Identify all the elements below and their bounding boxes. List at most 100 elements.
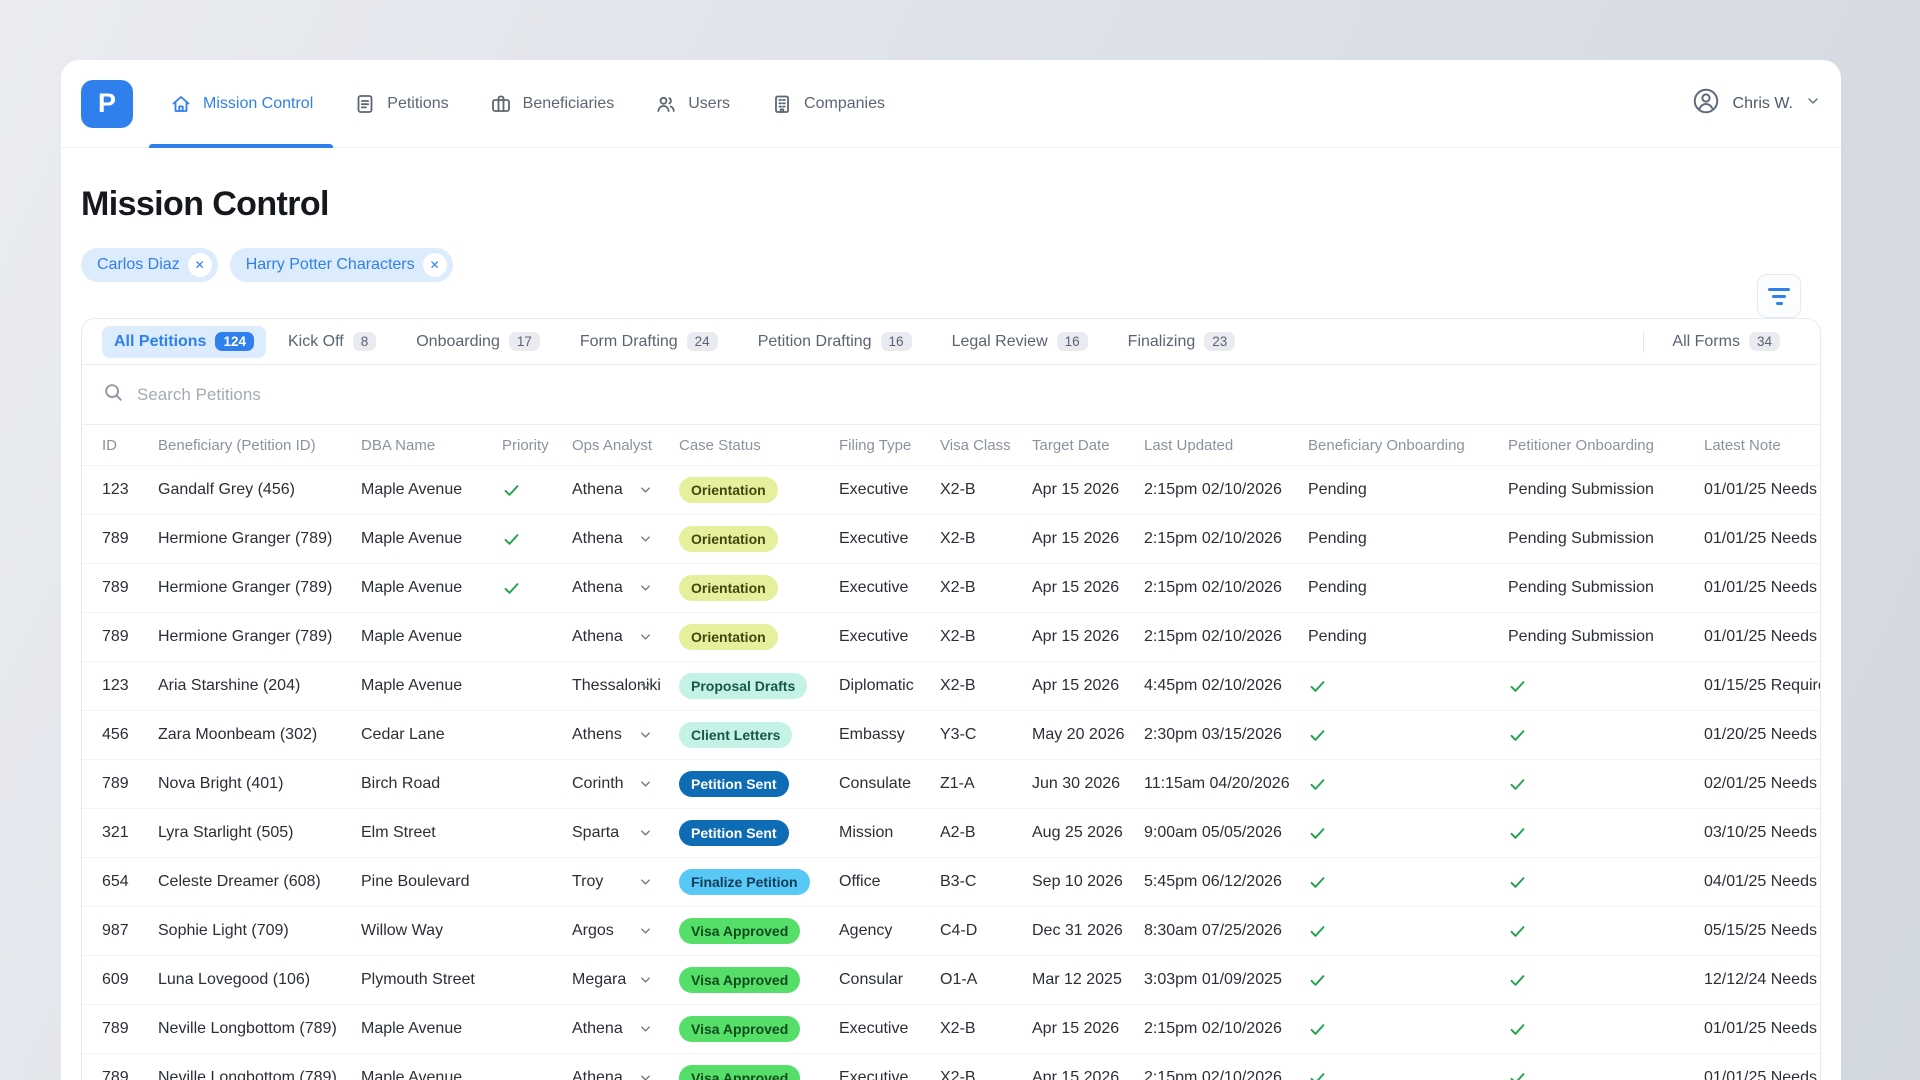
latest-note: 01/01/25 Needs to cor [1704, 1020, 1820, 1038]
ops-analyst-dropdown[interactable]: Troy [572, 873, 679, 891]
petition-id: 789 [102, 775, 158, 793]
petitioner-onboarding-cell: Pending Submission [1508, 628, 1704, 646]
chevron-down-icon [638, 826, 653, 841]
filter-button[interactable] [1757, 274, 1801, 318]
check-icon [1508, 775, 1704, 794]
table-row[interactable]: 789 Nova Bright (401) Birch Road Corinth… [82, 759, 1820, 808]
last-updated: 8:30am 07/25/2026 [1144, 922, 1308, 940]
table-row[interactable]: 321 Lyra Starlight (505) Elm Street Spar… [82, 808, 1820, 857]
visa-class: Z1-A [940, 775, 1032, 793]
ops-analyst-dropdown[interactable]: Athena [572, 481, 679, 499]
case-status-badge: Petition Sent [679, 771, 789, 797]
beneficiary-onboarding-cell: Pending [1308, 481, 1508, 499]
table-row[interactable]: 789 Hermione Granger (789) Maple Avenue … [82, 563, 1820, 612]
petition-id: 789 [102, 1020, 158, 1038]
filing-type: Consular [839, 971, 940, 989]
filter-chip[interactable]: Harry Potter Characters ✕ [230, 248, 453, 282]
nav-item-users[interactable]: Users [634, 60, 750, 148]
ops-analyst-dropdown[interactable]: Corinth [572, 775, 679, 793]
dba-name: Elm Street [361, 824, 502, 842]
nav-item-beneficiaries[interactable]: Beneficiaries [469, 60, 635, 148]
ops-analyst-dropdown[interactable]: Megara [572, 971, 679, 989]
table-row[interactable]: 987 Sophie Light (709) Willow Way Argos … [82, 906, 1820, 955]
chevron-down-icon [638, 532, 653, 547]
check-icon [1508, 1069, 1704, 1080]
filing-type: Mission [839, 824, 940, 842]
petition-id: 789 [102, 1069, 158, 1080]
ops-analyst-dropdown[interactable]: Sparta [572, 824, 679, 842]
dba-name: Maple Avenue [361, 1020, 502, 1038]
petition-id: 987 [102, 922, 158, 940]
visa-class: Y3-C [940, 726, 1032, 744]
table-row[interactable]: 654 Celeste Dreamer (608) Pine Boulevard… [82, 857, 1820, 906]
filter-chip[interactable]: Carlos Diaz ✕ [81, 248, 218, 282]
target-date: Apr 15 2026 [1032, 677, 1144, 695]
check-icon [1308, 1020, 1508, 1039]
petitions-panel: All Petitions 124 Kick Off 8 Onboarding … [81, 318, 1821, 1080]
table-header: IDBeneficiary (Petition ID)DBA NamePrior… [82, 425, 1820, 465]
filing-type: Executive [839, 628, 940, 646]
page-title: Mission Control [81, 184, 1821, 224]
beneficiary-name: Neville Longbottom (789) [158, 1020, 361, 1038]
close-icon[interactable]: ✕ [188, 253, 212, 277]
building-icon [770, 92, 794, 116]
column-header: Petitioner Onboarding [1508, 437, 1704, 454]
tab-kick-off[interactable]: Kick Off 8 [276, 326, 388, 358]
visa-class: O1-A [940, 971, 1032, 989]
tab-onboarding[interactable]: Onboarding 17 [404, 326, 552, 358]
tab-all-forms[interactable]: All Forms 34 [1660, 326, 1792, 358]
visa-class: X2-B [940, 579, 1032, 597]
app-logo[interactable]: P [81, 80, 133, 128]
tab-finalizing[interactable]: Finalizing 23 [1116, 326, 1248, 358]
table-row[interactable]: 123 Gandalf Grey (456) Maple Avenue Athe… [82, 465, 1820, 514]
target-date: Apr 15 2026 [1032, 1069, 1144, 1080]
ops-analyst-dropdown[interactable]: Athena [572, 579, 679, 597]
tab-petition-drafting[interactable]: Petition Drafting 16 [746, 326, 924, 358]
table-row[interactable]: 789 Neville Longbottom (789) Maple Avenu… [82, 1004, 1820, 1053]
tab-all-petitions[interactable]: All Petitions 124 [102, 326, 266, 358]
ops-analyst-dropdown[interactable]: Athena [572, 628, 679, 646]
table-row[interactable]: 456 Zara Moonbeam (302) Cedar Lane Athen… [82, 710, 1820, 759]
table-row[interactable]: 609 Luna Lovegood (106) Plymouth Street … [82, 955, 1820, 1004]
chevron-down-icon [638, 581, 653, 596]
count-badge: 16 [881, 332, 912, 351]
nav-item-petitions[interactable]: Petitions [333, 60, 468, 148]
table-row[interactable]: 789 Hermione Granger (789) Maple Avenue … [82, 514, 1820, 563]
table-row[interactable]: 789 Hermione Granger (789) Maple Avenue … [82, 612, 1820, 661]
petition-id: 321 [102, 824, 158, 842]
nav-item-companies[interactable]: Companies [750, 60, 905, 148]
table-row[interactable]: 123 Aria Starshine (204) Maple Avenue Th… [82, 661, 1820, 710]
filing-type: Executive [839, 1020, 940, 1038]
search-input[interactable] [137, 385, 1800, 405]
chevron-down-icon [638, 679, 653, 694]
latest-note: 01/01/25 Needs to cor [1704, 1069, 1820, 1080]
close-icon[interactable]: ✕ [423, 253, 447, 277]
ops-analyst-dropdown[interactable]: Athena [572, 1069, 679, 1080]
last-updated: 2:15pm 02/10/2026 [1144, 579, 1308, 597]
dba-name: Plymouth Street [361, 971, 502, 989]
top-nav: P Mission Control Petitions Beneficiarie… [61, 60, 1841, 148]
tab-legal-review[interactable]: Legal Review 16 [940, 326, 1100, 358]
column-header: Beneficiary (Petition ID) [158, 437, 361, 454]
ops-analyst-dropdown[interactable]: Athena [572, 530, 679, 548]
table-row[interactable]: 789 Neville Longbottom (789) Maple Avenu… [82, 1053, 1820, 1080]
ops-analyst-dropdown[interactable]: Argos [572, 922, 679, 940]
ops-analyst-dropdown[interactable]: Thessaloniki [572, 677, 679, 695]
beneficiary-onboarding-cell: Pending [1308, 530, 1508, 548]
ops-analyst-dropdown[interactable]: Athens [572, 726, 679, 744]
tab-form-drafting[interactable]: Form Drafting 24 [568, 326, 730, 358]
home-icon [169, 92, 193, 116]
table-body: 123 Gandalf Grey (456) Maple Avenue Athe… [82, 465, 1820, 1080]
case-status-badge: Orientation [679, 624, 778, 650]
divider [1643, 331, 1644, 353]
chevron-down-icon [638, 630, 653, 645]
check-icon [1308, 824, 1508, 843]
nav-item-mission-control[interactable]: Mission Control [149, 60, 333, 148]
latest-note: 01/01/25 Needs to cor [1704, 530, 1820, 548]
dba-name: Cedar Lane [361, 726, 502, 744]
user-menu[interactable]: Chris W. [1691, 86, 1821, 121]
latest-note: 01/01/25 Needs to cor [1704, 628, 1820, 646]
count-badge: 16 [1057, 332, 1088, 351]
ops-analyst-dropdown[interactable]: Athena [572, 1020, 679, 1038]
dba-name: Maple Avenue [361, 481, 502, 499]
